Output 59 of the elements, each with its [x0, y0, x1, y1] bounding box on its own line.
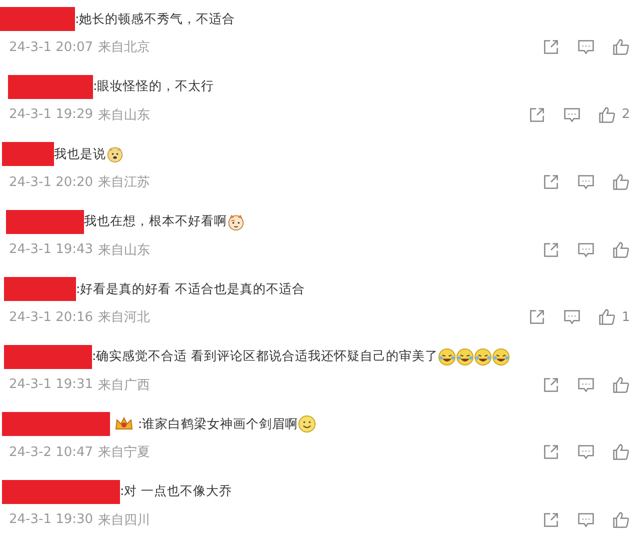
comment-text: 我也是说 [54, 146, 106, 162]
comment-text: 我也在想，根本不好看啊 [84, 213, 227, 230]
comment-time: 24-3-1 20:16 [9, 310, 94, 324]
comment-text: :眼妆怪怪的，不太行 [93, 78, 214, 95]
comment-text: :好看是真的好看 不适合也是真的不适合 [76, 280, 306, 298]
dog-emoji-icon [106, 145, 124, 163]
comment-time: 24-3-1 19:29 [9, 107, 94, 122]
comment-location: 来自山东 [98, 242, 150, 258]
comment-time: 24-3-1 20:20 [9, 174, 94, 190]
comment-icon[interactable] [577, 376, 595, 394]
comment-icon[interactable] [577, 443, 595, 461]
thumbs-up-icon[interactable] [612, 376, 630, 394]
share-icon[interactable] [542, 443, 560, 461]
thumbs-up-icon[interactable] [612, 510, 630, 528]
comment-text: :谁家白鹤梁女神画个剑眉啊 [138, 416, 298, 432]
comment-location: 来自四川 [98, 512, 150, 528]
comment-icon[interactable] [577, 240, 595, 258]
comment-location: 来自北京 [98, 39, 150, 56]
comment-location: 来自江苏 [98, 174, 150, 191]
comment-icon[interactable] [577, 38, 595, 56]
comment-location: 来自河北 [98, 309, 150, 326]
share-icon[interactable] [542, 173, 560, 191]
thumbs-up-icon[interactable] [612, 443, 630, 461]
smile-emoji-icon [298, 415, 316, 433]
laughing-emoji-icon [474, 348, 492, 366]
share-icon[interactable] [542, 510, 560, 528]
thumbs-up-icon[interactable] [612, 240, 630, 258]
comment-icon[interactable] [562, 106, 581, 124]
like-count: 2 [622, 107, 630, 122]
comment-location: 来自宁夏 [98, 444, 150, 461]
laughing-emoji-icon [456, 348, 474, 366]
comment-time: 24-3-1 19:31 [9, 377, 94, 392]
comment-location: 来自山东 [98, 106, 150, 124]
comment-icon[interactable] [577, 510, 595, 528]
laughing-emoji-icon [438, 348, 456, 366]
share-icon[interactable] [542, 240, 560, 258]
share-icon[interactable] [542, 38, 560, 56]
laughing-emoji-icon [492, 348, 510, 366]
comment-time: 24-3-1 19:30 [9, 512, 94, 527]
comment-time: 24-3-1 19:43 [9, 242, 94, 257]
comment-text: :对 一点也不像大乔 [120, 483, 232, 500]
cat-emoji-icon [227, 212, 245, 230]
share-icon[interactable] [528, 308, 546, 326]
comment-text: :确实感觉不合适 看到评论区都说合适我还怀疑自己的审美了 [92, 348, 438, 365]
comment-time: 24-3-2 10:47 [9, 444, 94, 460]
thumbs-up-icon[interactable] [612, 173, 630, 191]
comment-icon[interactable] [562, 308, 581, 326]
comment-icon[interactable] [577, 173, 595, 191]
share-icon[interactable] [542, 376, 560, 394]
share-icon[interactable] [528, 106, 546, 124]
thumbs-up-icon[interactable] [598, 308, 616, 326]
like-count: 1 [622, 310, 630, 324]
comment-time: 24-3-1 20:07 [9, 40, 94, 54]
thumbs-up-icon[interactable] [612, 38, 630, 56]
comment-location: 来自广西 [98, 376, 150, 394]
redaction-block [2, 142, 54, 166]
thumbs-up-icon[interactable] [598, 106, 616, 124]
redaction-block [4, 277, 76, 301]
comment-text: :她长的顿感不秀气，不适合 [75, 10, 236, 28]
